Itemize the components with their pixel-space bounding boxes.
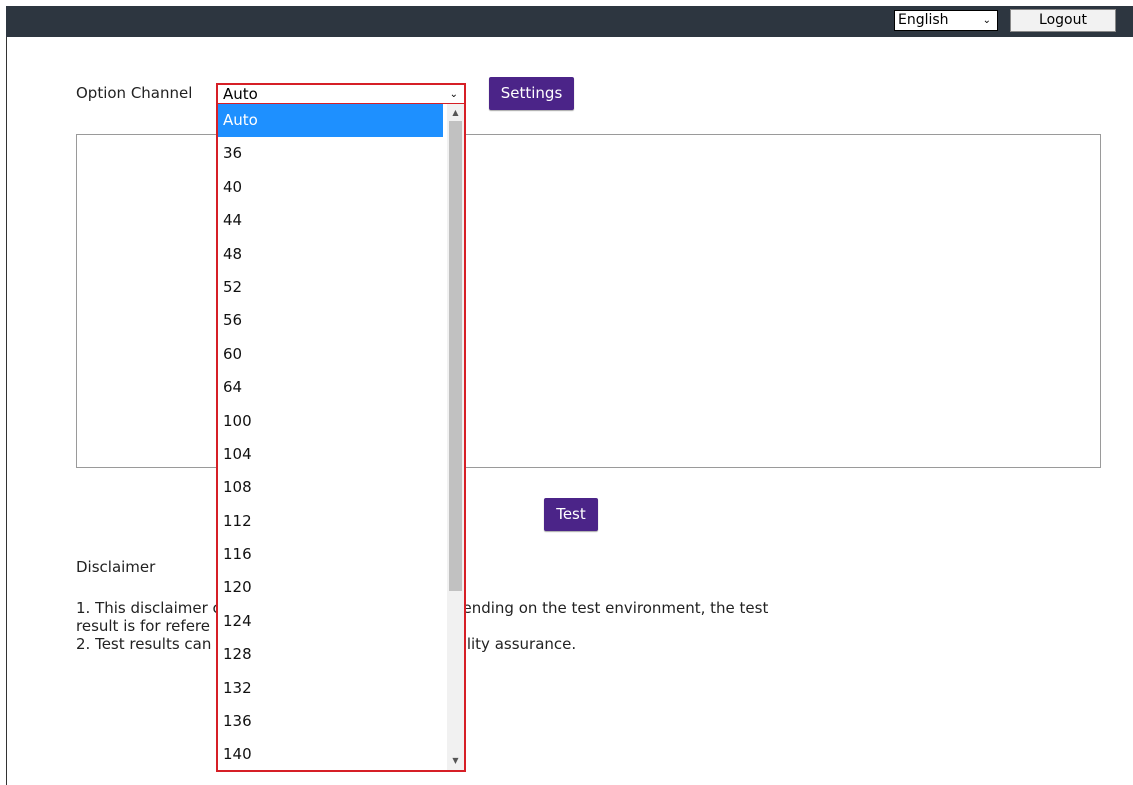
channel-option[interactable]: 36	[218, 137, 443, 170]
option-channel-select[interactable]: Auto ⌄	[216, 83, 466, 105]
channel-option[interactable]: Auto	[218, 104, 443, 138]
speed-test-page: English ⌄ Logout Option Channel Auto ⌄ S…	[0, 0, 1133, 785]
channel-option[interactable]: 132	[218, 672, 443, 705]
channel-option[interactable]: 40	[218, 171, 443, 204]
channel-option[interactable]: 52	[218, 271, 443, 304]
chevron-down-icon: ⌄	[982, 15, 991, 26]
settings-button[interactable]: Settings	[489, 77, 574, 110]
channel-option[interactable]: 48	[218, 238, 443, 271]
dropdown-scrollbar[interactable]: ▲ ▼	[447, 104, 464, 770]
language-value: English	[898, 12, 949, 28]
channel-option[interactable]: 56	[218, 304, 443, 337]
chevron-down-icon: ⌄	[449, 89, 458, 100]
option-channel-label: Option Channel	[76, 84, 193, 102]
channel-option[interactable]: 60	[218, 338, 443, 371]
channel-option[interactable]: 100	[218, 405, 443, 438]
channel-option[interactable]: 112	[218, 505, 443, 538]
channel-option[interactable]: 104	[218, 438, 443, 471]
test-button[interactable]: Test	[544, 498, 598, 531]
scroll-thumb[interactable]	[449, 121, 462, 591]
channel-value: Auto	[223, 85, 258, 103]
scroll-down-arrow-icon[interactable]: ▼	[447, 754, 464, 768]
channel-option[interactable]: 108	[218, 471, 443, 504]
channel-option[interactable]: 64	[218, 371, 443, 404]
channel-option[interactable]: 140	[218, 738, 443, 770]
channel-option[interactable]: 116	[218, 538, 443, 571]
disclaimer-title: Disclaimer	[76, 558, 156, 576]
language-select[interactable]: English ⌄	[894, 10, 998, 31]
channel-option[interactable]: 136	[218, 705, 443, 738]
left-border	[6, 37, 7, 785]
logout-button[interactable]: Logout	[1010, 9, 1116, 32]
channel-option[interactable]: 124	[218, 605, 443, 638]
scroll-up-arrow-icon[interactable]: ▲	[447, 106, 464, 120]
channel-option[interactable]: 44	[218, 204, 443, 237]
channel-option[interactable]: 128	[218, 638, 443, 671]
channel-dropdown-list[interactable]: Auto 36 40 44 48 52 56 60 64 100 104 108 112 116 120 12…	[216, 104, 466, 772]
channel-option[interactable]: 120	[218, 571, 443, 604]
channel-options: Auto 36 40 44 48 52 56 60 64 100 104 108 112 116 120 12…	[218, 104, 464, 770]
